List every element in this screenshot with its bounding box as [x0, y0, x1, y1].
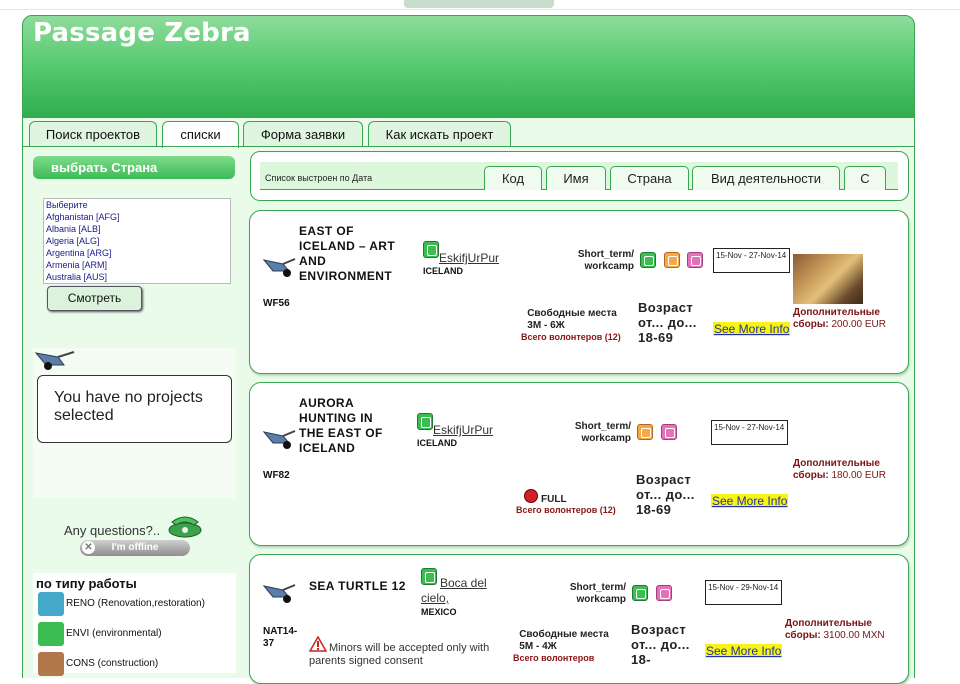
sort-tab-code[interactable]: Код: [484, 166, 542, 190]
free-places: 5M - 4Ж: [519, 641, 557, 652]
project-country: ICELAND: [423, 266, 463, 276]
age-range: Возраст от... до... 18-69: [636, 472, 695, 517]
tree-icon: [38, 622, 64, 646]
see-more-info-link[interactable]: See More Info: [711, 494, 789, 508]
additional-fees: Дополнительные сборы: 3100.00 MXN: [785, 618, 900, 642]
project-title[interactable]: SEA TURTLE 12: [309, 579, 419, 594]
places-label: Свободные места: [519, 629, 609, 640]
country-option[interactable]: Argentina [ARG]: [46, 247, 228, 259]
project-photo: [793, 254, 863, 304]
organization-link[interactable]: EskifjUrPur: [433, 423, 493, 437]
environment-icon: [640, 252, 656, 268]
project-country: ICELAND: [417, 438, 457, 448]
project-dates: 15-Nov - 27-Nov-14: [711, 420, 788, 445]
total-volunteers: Всего волонтеров (12): [516, 505, 616, 515]
project-code: WF56: [263, 298, 290, 309]
age-range: Возраст от... до... 18-69: [638, 300, 697, 345]
project-type: Short_term/ workcamp: [574, 421, 631, 444]
no-projects-message: You have no projects selected: [37, 375, 232, 443]
sort-tab-date[interactable]: С: [844, 166, 886, 190]
tab-application-form[interactable]: Форма заявки: [243, 121, 363, 146]
offline-status[interactable]: ✕ I'm offline: [80, 540, 190, 556]
country-option[interactable]: Australia [AUS]: [46, 271, 228, 283]
work-type-label: CONS (construction): [66, 658, 159, 669]
environment-icon: [632, 585, 648, 601]
site-header: Passage Zebra: [22, 15, 915, 118]
project-type: Short_term/ workcamp: [569, 582, 626, 605]
wheelbarrow-icon: [263, 430, 296, 449]
country-option[interactable]: Выберите: [46, 199, 228, 211]
project-code: WF82: [263, 470, 290, 481]
tab-how-to-search[interactable]: Как искать проект: [368, 121, 511, 146]
organization-link[interactable]: Boca del cielo,: [421, 576, 497, 606]
top-divider: [0, 9, 960, 10]
project-dates: 15-Nov - 27-Nov-14: [713, 248, 790, 273]
ladybug-icon: [524, 489, 538, 503]
organization-link[interactable]: EskifjUrPur: [439, 251, 499, 265]
fee-amount: 200.00 EUR: [831, 319, 886, 330]
see-more-info-link[interactable]: See More Info: [705, 644, 783, 658]
sort-tab-country[interactable]: Страна: [610, 166, 689, 190]
country-select[interactable]: Выберите Afghanistan [AFG] Albania [ALB]…: [43, 198, 231, 284]
project-code: NAT14-37: [263, 626, 298, 649]
organization-icon: [423, 241, 439, 258]
sort-tab-name[interactable]: Имя: [546, 166, 606, 190]
culture-icon: [687, 252, 703, 268]
project-dates: 15-Nov - 29-Nov-14: [705, 580, 782, 605]
country-option[interactable]: Armenia [ARM]: [46, 259, 228, 271]
art-icon: [664, 252, 680, 268]
culture-icon: [656, 585, 672, 601]
see-more-info-link[interactable]: See More Info: [713, 322, 791, 336]
art-icon: [637, 424, 653, 440]
tab-divider: [22, 146, 915, 147]
country-option[interactable]: Algeria [ALG]: [46, 235, 228, 247]
phone-icon[interactable]: [166, 512, 204, 538]
wheelbarrow-icon: [263, 584, 296, 603]
show-button[interactable]: Смотреть: [47, 286, 142, 311]
project-title[interactable]: AURORA HUNTING IN THE EAST OF ICELAND: [299, 396, 399, 456]
country-option[interactable]: Albania [ALB]: [46, 223, 228, 235]
close-icon: ✕: [82, 541, 95, 554]
additional-fees: Дополнительные сборы: 180.00 EUR: [793, 458, 898, 482]
warning-text: Minors will be accepted only with parent…: [309, 642, 490, 667]
construction-icon: [38, 652, 64, 676]
work-type-label: ENVI (environmental): [66, 628, 162, 639]
wheelbarrow-icon: [34, 351, 75, 370]
free-places: 3M - 6Ж: [527, 320, 565, 331]
work-type-label: RENO (Renovation,restoration): [66, 598, 205, 609]
offline-label: I'm offline: [111, 542, 159, 553]
tab-search-projects[interactable]: Поиск проектов: [29, 121, 157, 146]
fee-amount: 180.00 EUR: [831, 470, 886, 481]
total-volunteers: Всего волонтеров (12): [521, 332, 621, 342]
country-header[interactable]: выбрать Страна: [33, 156, 235, 179]
additional-fees: Дополнительные сборы: 200.00 EUR: [793, 307, 898, 331]
renovation-icon: [38, 592, 64, 616]
age-range: Возраст от... до... 18-: [631, 622, 690, 667]
culture-icon: [661, 424, 677, 440]
questions-text: Any questions?..: [64, 523, 161, 538]
project-country: MEXICO: [421, 607, 457, 617]
places-label: Свободные места: [527, 308, 617, 319]
organization-icon: [417, 413, 433, 430]
tab-lists[interactable]: списки: [162, 121, 239, 148]
sort-tab-activity[interactable]: Вид деятельности: [692, 166, 840, 190]
project-type: Short_term/ workcamp: [577, 249, 634, 272]
wheelbarrow-icon: [263, 258, 296, 277]
sort-label: Список выстроен по Дата: [265, 173, 373, 183]
top-handle: [404, 0, 554, 8]
project-title[interactable]: EAST OF ICELAND – ART AND ENVIRONMENT: [299, 224, 409, 284]
work-type-title: по типу работы: [36, 576, 137, 591]
site-title: Passage Zebra: [33, 18, 251, 48]
total-volunteers: Всего волонтеров: [513, 653, 595, 663]
fee-amount: 3100.00 MXN: [823, 630, 885, 641]
country-option[interactable]: Afghanistan [AFG]: [46, 211, 228, 223]
